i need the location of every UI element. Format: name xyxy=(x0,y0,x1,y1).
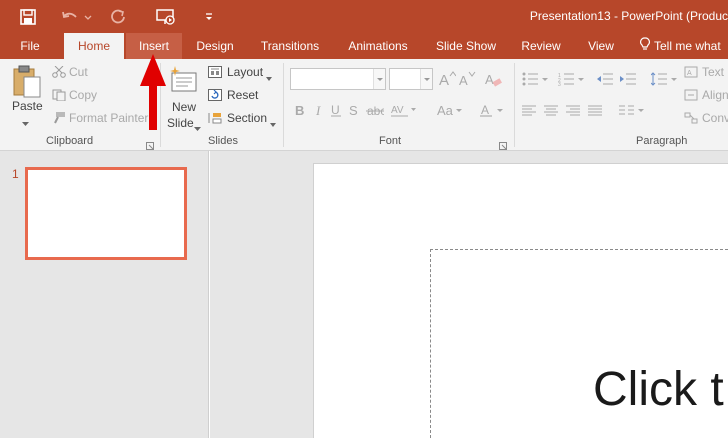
font-group-label: Font xyxy=(379,135,402,147)
svg-text:A: A xyxy=(439,72,449,87)
new-slide-label[interactable]: New xyxy=(172,100,196,114)
increase-indent-icon[interactable] xyxy=(620,72,636,89)
bold-icon[interactable]: B xyxy=(294,103,306,120)
svg-text:A: A xyxy=(485,72,494,87)
font-name-dropdown-icon[interactable] xyxy=(373,69,385,89)
new-slide-dropdown-icon[interactable] xyxy=(194,121,201,135)
align-text-icon xyxy=(684,89,698,101)
clear-formatting-icon[interactable]: A xyxy=(484,71,502,90)
decrease-font-icon[interactable]: A xyxy=(458,71,476,90)
tab-review[interactable]: Review xyxy=(518,33,564,59)
tell-me-search[interactable]: Tell me what xyxy=(640,33,728,59)
present-icon[interactable] xyxy=(153,7,179,27)
svg-text:AV: AV xyxy=(391,105,404,116)
font-size-select[interactable] xyxy=(389,68,433,90)
tab-view[interactable]: View xyxy=(582,33,620,59)
text-direction-button[interactable]: Text xyxy=(702,65,724,79)
strikethrough-icon[interactable]: abc xyxy=(366,103,386,120)
align-center-icon[interactable] xyxy=(544,105,558,120)
svg-text:Aa: Aa xyxy=(437,103,454,117)
tab-slide-show[interactable]: Slide Show xyxy=(430,33,502,59)
paragraph-group-label: Paragraph xyxy=(636,135,688,147)
format-painter-icon xyxy=(52,112,66,124)
svg-text:B: B xyxy=(295,103,304,117)
cut-button[interactable]: Cut xyxy=(69,65,88,79)
annotation-arrow xyxy=(138,52,168,135)
new-slide-button[interactable]: Slide xyxy=(167,116,194,130)
convert-smartart-button[interactable]: Conv xyxy=(702,111,728,125)
tab-home[interactable]: Home xyxy=(64,33,124,59)
undo-icon[interactable] xyxy=(60,7,94,27)
clipboard-group-label: Clipboard xyxy=(46,135,94,147)
slide-number: 1 xyxy=(12,167,19,181)
format-painter-button[interactable]: Format Painter xyxy=(69,111,148,125)
group-divider xyxy=(283,63,284,147)
tab-design[interactable]: Design xyxy=(190,33,240,59)
copy-icon xyxy=(52,89,66,102)
section-dropdown-icon[interactable] xyxy=(270,116,276,130)
character-spacing-icon[interactable]: AV xyxy=(390,103,416,120)
document-title: Presentation13 - PowerPoint (Produc xyxy=(529,9,728,23)
tab-transitions[interactable]: Transitions xyxy=(255,33,325,59)
underline-icon[interactable]: U xyxy=(330,103,342,120)
svg-text:A: A xyxy=(687,70,692,77)
ribbon-home: Paste Cut Copy Format Painter Clipboard … xyxy=(0,59,728,151)
title-placeholder-text: Click t xyxy=(593,363,724,416)
reset-icon xyxy=(208,89,222,101)
smartart-icon xyxy=(684,112,698,124)
tab-animations[interactable]: Animations xyxy=(340,33,416,59)
title-placeholder[interactable]: Click t xyxy=(430,249,728,438)
paste-dropdown-icon[interactable] xyxy=(22,116,29,130)
customize-icon[interactable] xyxy=(200,7,218,27)
title-bar: Presentation13 - PowerPoint (Produc xyxy=(0,0,728,33)
svg-text:A: A xyxy=(481,103,489,117)
font-color-icon[interactable]: A xyxy=(480,103,504,120)
svg-text:A: A xyxy=(459,73,468,87)
svg-text:S: S xyxy=(349,103,358,117)
svg-text:I: I xyxy=(315,103,321,117)
align-text-button[interactable]: Align xyxy=(702,88,728,102)
bullets-icon[interactable] xyxy=(522,72,552,89)
decrease-indent-icon[interactable] xyxy=(597,72,613,89)
font-name-select[interactable] xyxy=(290,68,386,90)
change-case-icon[interactable]: Aa xyxy=(436,103,462,120)
redo-icon[interactable] xyxy=(106,7,130,27)
tell-me-label: Tell me what xyxy=(654,39,721,53)
increase-font-icon[interactable]: A xyxy=(438,71,457,90)
lightbulb-icon xyxy=(640,34,650,60)
cut-icon xyxy=(52,65,66,78)
tab-file[interactable]: File xyxy=(12,33,48,59)
text-direction-icon: A xyxy=(684,66,698,78)
font-size-dropdown-icon[interactable] xyxy=(420,69,432,89)
ribbon-tabs: File Home Insert Design Transitions Anim… xyxy=(0,33,728,59)
layout-button[interactable]: Layout xyxy=(227,65,263,79)
new-slide-icon[interactable] xyxy=(168,65,198,95)
numbering-icon[interactable]: 123 xyxy=(558,72,588,89)
svg-text:3: 3 xyxy=(558,82,561,86)
group-divider xyxy=(514,63,515,147)
align-right-icon[interactable] xyxy=(566,105,580,120)
section-icon xyxy=(208,112,222,124)
slides-group-label: Slides xyxy=(208,135,238,147)
paste-button[interactable]: Paste xyxy=(12,99,43,113)
layout-dropdown-icon[interactable] xyxy=(266,70,272,84)
reset-button[interactable]: Reset xyxy=(227,88,258,102)
line-spacing-icon[interactable] xyxy=(650,72,679,89)
copy-button[interactable]: Copy xyxy=(69,88,97,102)
shadow-icon[interactable]: S xyxy=(348,103,360,120)
italic-icon[interactable]: I xyxy=(314,103,326,120)
justify-icon[interactable] xyxy=(588,105,602,120)
columns-icon[interactable] xyxy=(619,105,645,120)
svg-text:U: U xyxy=(331,103,340,117)
slide-thumbnail[interactable] xyxy=(25,167,187,260)
save-icon[interactable] xyxy=(16,7,40,27)
align-left-icon[interactable] xyxy=(522,105,536,120)
layout-icon xyxy=(208,66,222,78)
section-button[interactable]: Section xyxy=(227,111,267,125)
paste-icon[interactable] xyxy=(12,65,42,99)
